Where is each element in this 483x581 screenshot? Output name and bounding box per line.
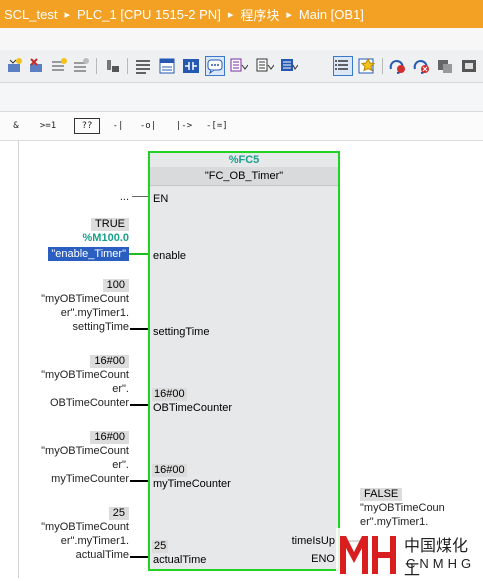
pin-actualtime-value: 25 xyxy=(152,540,169,553)
enable-wire xyxy=(129,253,148,255)
delete-network-icon[interactable] xyxy=(28,57,46,75)
nc-contact-icon[interactable]: -o| xyxy=(138,116,158,136)
pin-obtimecounter[interactable]: OBTimeCounter xyxy=(153,402,232,414)
editor-toolbar xyxy=(0,50,483,83)
block-interface-icon[interactable] xyxy=(158,57,176,75)
breadcrumb-separator-icon: ▸ xyxy=(64,8,71,21)
assignment-label: |-> xyxy=(175,121,193,131)
comment-toggle-icon[interactable] xyxy=(205,56,225,76)
settingtime-wire xyxy=(130,328,148,330)
favorites-list-icon[interactable] xyxy=(333,56,353,76)
address-format-icon[interactable] xyxy=(280,57,298,75)
absolute-address-icon[interactable] xyxy=(230,57,248,75)
breadcrumb-plc[interactable]: PLC_1 [CPU 1515-2 PN] xyxy=(73,7,225,22)
download-icon[interactable] xyxy=(460,57,478,75)
toolbar-separator xyxy=(127,58,128,74)
breadcrumb: SCL_test ▸ PLC_1 [CPU 1515-2 PN] ▸ 程序块 ▸… xyxy=(0,0,483,28)
settingtime-operand-line3[interactable]: settingTime xyxy=(73,321,129,334)
pin-en[interactable]: EN xyxy=(153,193,168,205)
actualtime-operand-line3[interactable]: actualTime xyxy=(76,549,129,562)
pin-mytimecounter[interactable]: myTimeCounter xyxy=(153,478,231,490)
en-wire xyxy=(132,196,148,197)
obtimecounter-monitor-value: 16#00 xyxy=(90,355,129,368)
breadcrumb-separator-icon: ▸ xyxy=(227,8,234,21)
coil-icon[interactable]: -[=] xyxy=(206,116,228,136)
nc-contact-label: -o| xyxy=(139,121,157,131)
reset-icon[interactable] xyxy=(104,57,122,75)
settingtime-monitor-value: 100 xyxy=(102,279,129,292)
symbol-info-icon[interactable] xyxy=(256,57,274,75)
empty-box-icon[interactable]: ?? xyxy=(74,118,100,134)
pin-settingtime[interactable]: settingTime xyxy=(153,326,209,338)
pin-mytimecounter-value: 16#00 xyxy=(152,464,187,477)
watermark-logo: 中国煤化工 CNMHG xyxy=(336,528,483,579)
function-block[interactable]: %FC5 "FC_OB_Timer" EN enable settingTime… xyxy=(148,151,340,571)
actualtime-operand-line2[interactable]: er".myTimer1. xyxy=(61,535,129,548)
watermark-en-text: CNMHG xyxy=(406,556,476,571)
settingtime-operand-line1[interactable]: "myOBTimeCount xyxy=(41,293,129,306)
assignment-icon[interactable]: |-> xyxy=(174,116,194,136)
and-box-label: & xyxy=(13,121,19,131)
en-input-dots: ... xyxy=(119,191,129,203)
mytimecounter-monitor-value: 16#00 xyxy=(90,431,129,444)
monitor-off-icon[interactable] xyxy=(412,57,430,75)
breadcrumb-program-blocks[interactable]: 程序块 xyxy=(236,5,283,24)
timeisup-monitor-value: FALSE xyxy=(360,488,403,501)
actualtime-monitor-value: 25 xyxy=(108,507,129,520)
pin-eno[interactable]: ENO xyxy=(311,553,335,565)
coil-label: -[=] xyxy=(206,121,228,131)
settingtime-operand-line2[interactable]: er".myTimer1. xyxy=(61,307,129,320)
empty-box-label: ?? xyxy=(81,121,93,131)
block-number: %FC5 xyxy=(228,154,260,166)
no-contact-icon[interactable]: -| xyxy=(108,116,128,136)
obtimecounter-operand-line3[interactable]: OBTimeCounter xyxy=(50,397,129,410)
power-rail xyxy=(18,141,19,578)
network-layout-icon[interactable] xyxy=(134,57,152,75)
toolbar-spacer xyxy=(0,83,483,112)
obtimecounter-operand-line2[interactable]: er". xyxy=(112,383,129,396)
header-spacer xyxy=(0,28,483,50)
mytimecounter-operand-line2[interactable]: er". xyxy=(112,459,129,472)
no-contact-label: -| xyxy=(112,121,124,131)
mytimecounter-wire xyxy=(130,480,148,482)
instruction-favorites-bar: & >=1 ?? -| -o| |-> -[=] xyxy=(0,112,483,141)
timeisup-operand-line1[interactable]: "myOBTimeCoun xyxy=(360,502,445,515)
insert-row-icon[interactable] xyxy=(50,57,68,75)
compare-icon[interactable] xyxy=(436,57,454,75)
favorites-star-icon[interactable] xyxy=(358,57,376,75)
pin-enable[interactable]: enable xyxy=(153,250,186,262)
mytimecounter-operand-line1[interactable]: "myOBTimeCount xyxy=(41,445,129,458)
actualtime-operand-line1[interactable]: "myOBTimeCount xyxy=(41,521,129,534)
pin-actualtime[interactable]: actualTime xyxy=(153,554,206,566)
mytimecounter-operand-line3[interactable]: myTimeCounter xyxy=(51,473,129,486)
monitor-on-icon[interactable] xyxy=(388,57,406,75)
add-row-icon[interactable] xyxy=(72,57,90,75)
pin-timeisup[interactable]: timeIsUp xyxy=(292,535,335,547)
ge-compare-label: >=1 xyxy=(39,121,57,131)
and-box-icon[interactable]: & xyxy=(6,116,26,136)
insert-network-icon[interactable] xyxy=(6,57,24,75)
contact-blue-icon[interactable] xyxy=(182,57,200,75)
toolbar-separator xyxy=(96,58,97,74)
breadcrumb-project[interactable]: SCL_test xyxy=(0,7,61,22)
block-name: "FC_OB_Timer" xyxy=(150,167,338,186)
toolbar-separator xyxy=(382,58,383,74)
obtimecounter-wire xyxy=(130,404,148,406)
ge-compare-icon[interactable]: >=1 xyxy=(38,116,58,136)
pin-obtimecounter-value: 16#00 xyxy=(152,388,187,401)
actualtime-wire xyxy=(130,556,148,558)
enable-address: %M100.0 xyxy=(82,232,129,244)
breadcrumb-separator-icon: ▸ xyxy=(286,8,292,21)
enable-operand[interactable]: "enable_Timer" xyxy=(48,247,129,261)
obtimecounter-operand-line1[interactable]: "myOBTimeCount xyxy=(41,369,129,382)
breadcrumb-main-ob1[interactable]: Main [OB1] xyxy=(295,7,368,22)
enable-monitor-value: TRUE xyxy=(91,218,129,231)
